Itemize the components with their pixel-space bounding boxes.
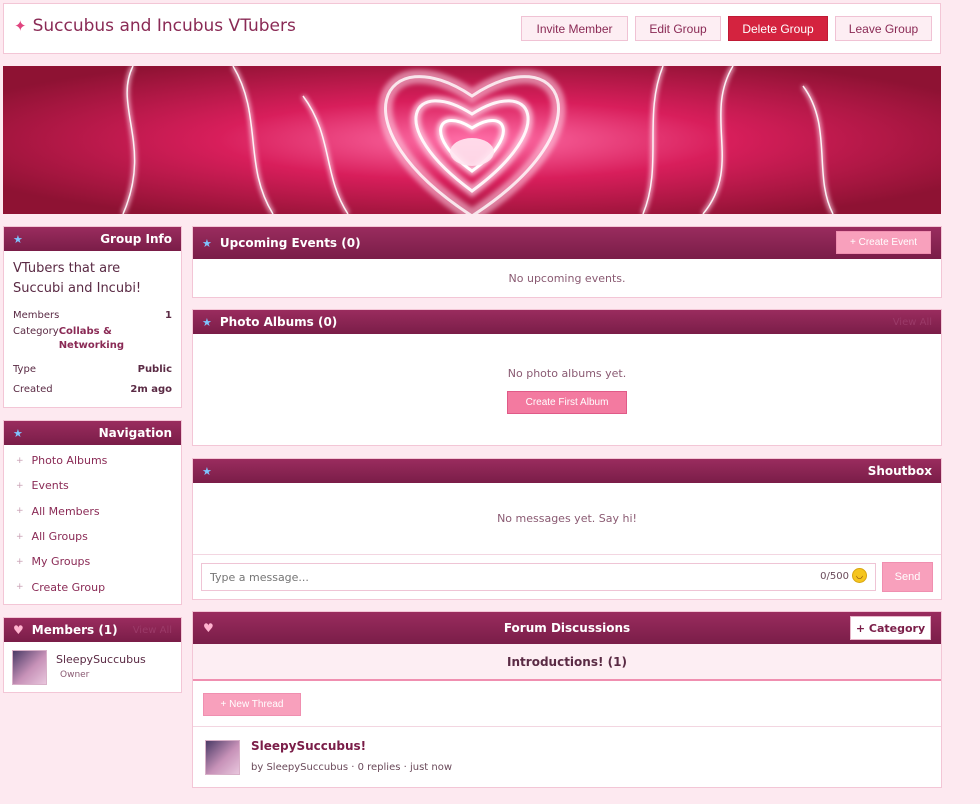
create-first-album-button[interactable]: Create First Album bbox=[507, 391, 627, 414]
plus-icon: + bbox=[16, 556, 24, 567]
divider bbox=[193, 554, 941, 555]
plus-icon: + bbox=[16, 480, 24, 491]
group-banner bbox=[3, 66, 941, 214]
created-value: 2m ago bbox=[130, 383, 172, 395]
info-row-type: Type Public bbox=[4, 359, 181, 379]
albums-empty-message: No photo albums yet. bbox=[507, 367, 627, 380]
group-info-panel: ★ Group Info VTubers that are Succubi and… bbox=[3, 226, 182, 408]
plus-icon: + bbox=[16, 506, 24, 517]
albums-view-all-link[interactable]: View All bbox=[893, 317, 932, 328]
nav-item-label: Events bbox=[31, 479, 69, 493]
member-role: Owner bbox=[60, 670, 90, 680]
edit-group-button[interactable]: Edit Group bbox=[635, 16, 721, 41]
star-icon: ★ bbox=[13, 232, 23, 246]
nav-item-label: All Members bbox=[31, 504, 100, 518]
create-event-button[interactable]: + Create Event bbox=[836, 231, 931, 254]
avatar[interactable] bbox=[205, 740, 240, 775]
member-name[interactable]: SleepySuccubus bbox=[56, 653, 146, 666]
photo-albums-panel: ★ Photo Albums (0) View All No photo album… bbox=[192, 309, 942, 446]
sparkle-icon: ✦ bbox=[14, 17, 27, 35]
navigation-title: Navigation bbox=[98, 426, 172, 440]
thread-meta: by SleepySuccubus · 0 replies · just now bbox=[251, 762, 453, 773]
events-empty-message: No upcoming events. bbox=[508, 272, 626, 285]
heart-icon: ♥ bbox=[203, 621, 214, 635]
navigation-header: ★ Navigation bbox=[4, 421, 181, 445]
character-counter: 0/500 bbox=[820, 571, 849, 582]
new-thread-button[interactable]: + New Thread bbox=[203, 693, 301, 716]
add-category-button[interactable]: + Category bbox=[850, 616, 931, 640]
avatar[interactable] bbox=[12, 650, 47, 685]
created-label: Created bbox=[13, 383, 53, 395]
thread-title[interactable]: SleepySuccubus! bbox=[251, 739, 366, 753]
members-label: Members bbox=[13, 309, 60, 321]
category-value[interactable]: Collabs & Networking bbox=[59, 325, 129, 353]
events-title: Upcoming Events (0) bbox=[219, 236, 361, 250]
navigation-panel: ★ Navigation + Photo Albums + Events + All M… bbox=[3, 420, 182, 605]
star-icon: ★ bbox=[202, 315, 212, 329]
nav-item-label: My Groups bbox=[31, 555, 91, 569]
info-row-category: Category Collabs & Networking bbox=[4, 325, 181, 359]
group-title: Succubus and Incubus VTubers bbox=[32, 16, 296, 36]
invite-member-button[interactable]: Invite Member bbox=[521, 16, 628, 41]
nav-item-label: Photo Albums bbox=[31, 454, 108, 468]
star-icon: ★ bbox=[202, 236, 212, 250]
group-info-title: Group Info bbox=[100, 232, 172, 246]
shoutbox-empty-message: No messages yet. Say hi! bbox=[497, 512, 637, 525]
divider bbox=[193, 726, 941, 727]
group-title-bar: ✦ Succubus and Incubus VTubers Invite Mem… bbox=[3, 3, 941, 54]
forum-header: ♥ Forum Discussions bbox=[193, 612, 941, 644]
members-panel: ♥ Members (1) View All SleepySuccubus Owne… bbox=[3, 617, 182, 693]
shoutbox-header: ★ Shoutbox bbox=[193, 459, 941, 483]
forum-panel: ♥ Forum Discussions + Category Introduct… bbox=[192, 611, 942, 788]
heart-banner-image bbox=[3, 66, 941, 214]
send-button[interactable]: Send bbox=[882, 562, 933, 592]
type-value: Public bbox=[137, 363, 172, 375]
plus-icon: + bbox=[16, 582, 24, 593]
nav-item-create-group[interactable]: + Create Group bbox=[4, 574, 181, 599]
members-title: Members (1) bbox=[31, 623, 118, 637]
plus-icon: + bbox=[16, 531, 24, 542]
members-header: ♥ Members (1) View All bbox=[4, 618, 181, 642]
nav-item-my-groups[interactable]: + My Groups bbox=[4, 549, 181, 574]
members-value: 1 bbox=[165, 309, 172, 321]
forum-title: Forum Discussions bbox=[503, 621, 631, 635]
message-input-wrapper: 0/500 ◡ bbox=[201, 563, 876, 591]
category-label: Category bbox=[13, 326, 59, 337]
events-panel: ★ Upcoming Events (0) + Create Event No u… bbox=[192, 226, 942, 298]
shoutbox-panel: ★ Shoutbox No messages yet. Say hi! 0/500… bbox=[192, 458, 942, 600]
info-row-members: Members 1 bbox=[4, 305, 181, 325]
nav-item-all-groups[interactable]: + All Groups bbox=[4, 524, 181, 549]
group-info-header: ★ Group Info bbox=[4, 227, 181, 251]
nav-item-photo-albums[interactable]: + Photo Albums bbox=[4, 448, 181, 473]
shoutbox-title: Shoutbox bbox=[867, 464, 932, 478]
forum-category-title[interactable]: Introductions! (1) bbox=[193, 644, 941, 681]
emoji-icon[interactable]: ◡ bbox=[852, 568, 867, 583]
photo-albums-header: ★ Photo Albums (0) View All bbox=[193, 310, 941, 334]
photo-albums-title: Photo Albums (0) bbox=[219, 315, 338, 329]
heart-icon: ♥ bbox=[13, 623, 24, 637]
delete-group-button[interactable]: Delete Group bbox=[728, 16, 828, 41]
nav-item-events[interactable]: + Events bbox=[4, 473, 181, 498]
members-view-all-link[interactable]: View All bbox=[133, 625, 172, 636]
star-icon: ★ bbox=[202, 464, 212, 478]
message-input[interactable] bbox=[202, 564, 802, 590]
page-title: ✦ Succubus and Incubus VTubers bbox=[14, 16, 296, 36]
nav-item-label: Create Group bbox=[31, 580, 106, 594]
star-icon: ★ bbox=[13, 426, 23, 440]
type-label: Type bbox=[13, 363, 36, 375]
group-description: VTubers that are Succubi and Incubi! bbox=[13, 261, 142, 296]
nav-item-all-members[interactable]: + All Members bbox=[4, 499, 181, 524]
plus-icon: + bbox=[16, 455, 24, 466]
events-header: ★ Upcoming Events (0) bbox=[193, 227, 941, 259]
leave-group-button[interactable]: Leave Group bbox=[835, 16, 932, 41]
nav-item-label: All Groups bbox=[31, 530, 88, 544]
info-row-created: Created 2m ago bbox=[4, 379, 181, 399]
